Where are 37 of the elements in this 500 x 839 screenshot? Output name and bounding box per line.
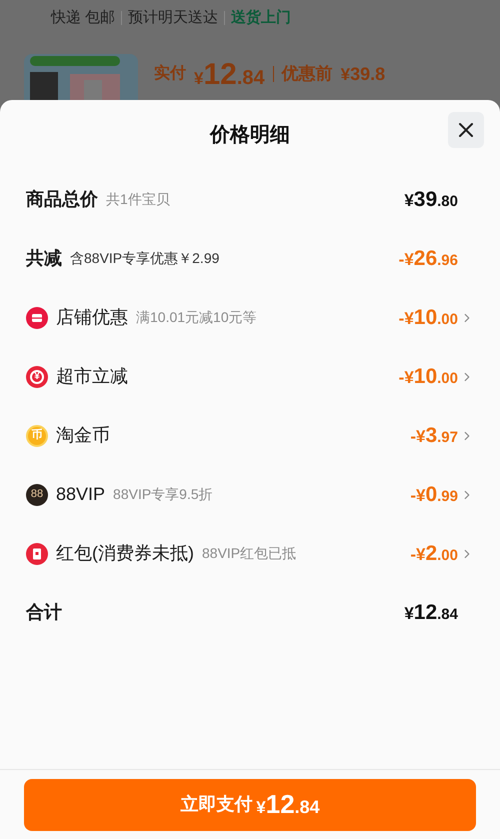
row-amount: ¥39.80 [404, 186, 458, 213]
row-label: 共减 [26, 247, 62, 270]
shipping-text: 快递 包邮 [51, 8, 116, 28]
row-amount: -¥3.97 [410, 422, 458, 449]
row-label: 商品总价 [26, 188, 98, 211]
paid-label: 实付 [154, 63, 186, 84]
row-amount: -¥10.00 [398, 364, 458, 390]
row-note: 88VIP专享9.5折 [113, 485, 213, 504]
shop-icon [26, 306, 48, 328]
row-label: 合计 [26, 601, 62, 624]
before-price: ¥39.8 [340, 62, 386, 86]
envelope-icon [26, 542, 48, 564]
yen-badge-icon: ¥ [26, 366, 48, 388]
before-label: 优惠前 [282, 63, 333, 86]
row-label: 淘金币 [56, 424, 110, 447]
row-label: 88VIP [56, 483, 106, 506]
row-amount: -¥10.00 [398, 304, 458, 331]
shipping-text: 预计明天送达 [128, 8, 218, 28]
coin-icon: 币 [26, 424, 48, 446]
row-note: 共1件宝贝 [106, 190, 170, 209]
row-label: 红包(消费券未抵) [56, 542, 194, 565]
close-button[interactable] [448, 112, 484, 148]
pay-amount: ¥12.84 [256, 788, 320, 821]
row-amount: -¥26.96 [398, 246, 458, 272]
row-note: 含88VIP专享优惠￥2.99 [70, 249, 220, 268]
row-amount: ¥12.84 [404, 600, 458, 626]
row-label: 店铺优惠 [56, 306, 128, 329]
row-amount: -¥0.99 [410, 482, 458, 508]
paid-price: ¥12.84 [194, 56, 265, 92]
vip-badge-icon: 88 [26, 484, 48, 506]
delivery-text: 送货上门 [231, 8, 292, 28]
row-note: 满10.01元减10元等 [136, 308, 257, 327]
row-label: 超市立减 [56, 365, 128, 388]
row-note: 88VIP红包已抵 [202, 544, 296, 563]
sheet-title: 价格明细 [210, 123, 290, 148]
row-amount: -¥2.00 [410, 540, 458, 567]
pay-button[interactable]: 立即支付 ¥12.84 [24, 778, 476, 830]
